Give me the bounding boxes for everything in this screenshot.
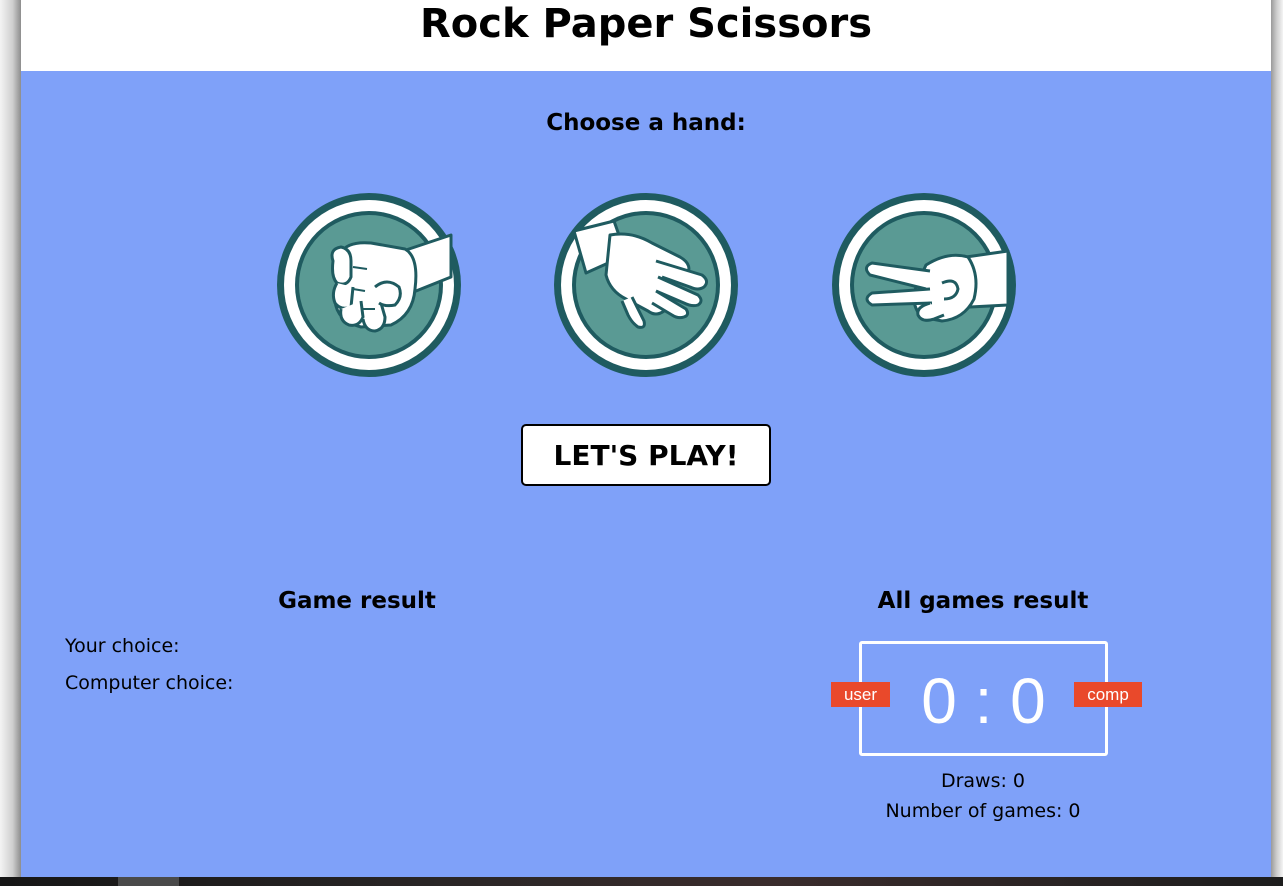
page-shadow-left — [0, 0, 21, 877]
paper-hand-button[interactable] — [552, 191, 740, 379]
computer-choice-label: Computer choice: — [65, 672, 234, 694]
score-display: 0 : 0 — [921, 665, 1046, 737]
scoreboard: 0 : 0 — [859, 641, 1108, 756]
game-result-title: Game result — [278, 588, 436, 614]
choose-hand-title: Choose a hand: — [546, 110, 746, 136]
app-container: Rock Paper Scissors Choose a hand: LET'S… — [21, 0, 1271, 877]
header: Rock Paper Scissors — [21, 0, 1271, 71]
lets-play-button[interactable]: LET'S PLAY! — [521, 424, 771, 486]
scissors-hand-icon — [832, 193, 1016, 377]
scissors-hand-button[interactable] — [830, 191, 1018, 379]
games-count: Number of games: 0 — [885, 800, 1081, 822]
taskbar — [0, 877, 1283, 886]
rock-hand-button[interactable] — [275, 191, 463, 379]
user-badge: user — [831, 682, 890, 707]
your-choice-label: Your choice: — [65, 635, 180, 657]
all-games-result-title: All games result — [877, 588, 1089, 614]
paper-hand-icon — [554, 193, 738, 377]
rock-fist-icon — [277, 193, 461, 377]
page-shadow-right — [1271, 0, 1283, 877]
taskbar-item[interactable] — [118, 877, 179, 886]
draws-count: Draws: 0 — [940, 770, 1026, 792]
page-title: Rock Paper Scissors — [419, 1, 873, 47]
comp-badge: comp — [1074, 682, 1142, 707]
